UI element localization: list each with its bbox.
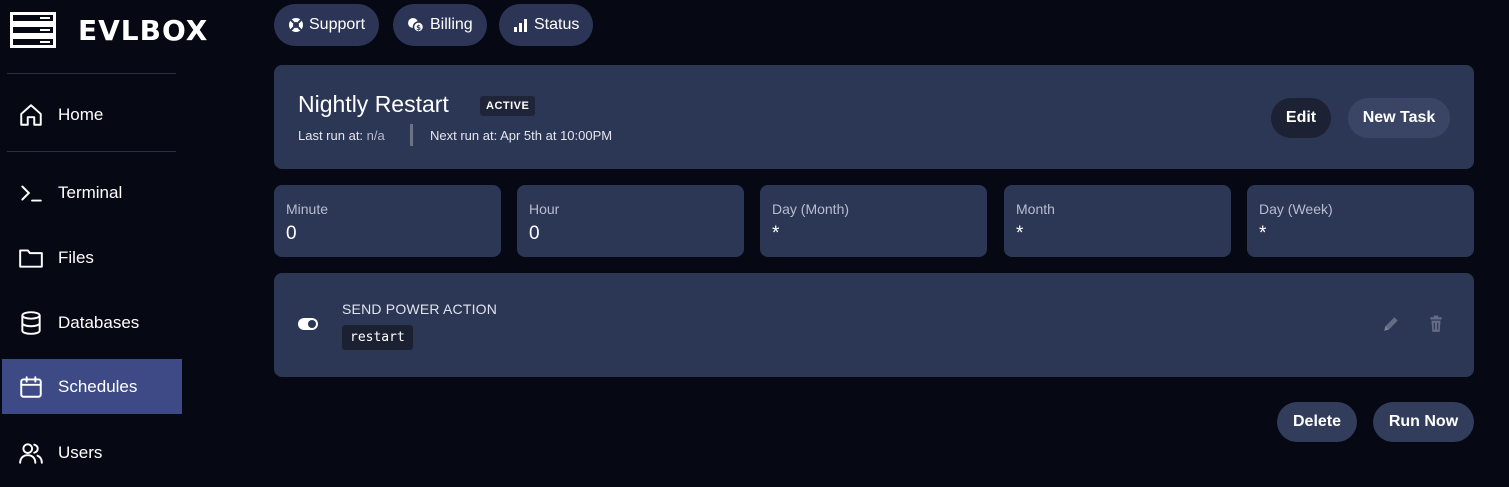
status-link[interactable]: Status [499,4,594,46]
cron-label: Month [1016,201,1055,217]
status-badge: ACTIVE [480,96,536,116]
sidebar-item-label: Databases [58,312,140,332]
last-run: Last run at: n/a [298,128,385,143]
delete-button[interactable]: Delete [1277,402,1357,442]
sidebar: EVLBOX Home Terminal Files Databases Sch… [0,0,207,487]
support-link[interactable]: Support [274,4,380,46]
folder-icon [18,245,44,271]
terminal-icon [18,180,44,206]
run-now-button[interactable]: Run Now [1373,402,1474,442]
meta-separator [410,124,413,146]
sidebar-item-label: Users [58,442,103,462]
cron-label: Hour [529,201,560,217]
bar-chart-icon [514,19,527,32]
cron-day-month: Day (Month) * [760,185,987,257]
trash-icon[interactable] [1427,315,1445,333]
sidebar-divider [7,73,176,74]
schedule-header-card: Nightly Restart ACTIVE Last run at: n/a … [274,65,1474,169]
sidebar-item-users[interactable]: Users [2,425,182,480]
new-task-button[interactable]: New Task [1348,98,1450,138]
cron-value: * [1259,223,1267,244]
cron-value: 0 [286,223,297,244]
sidebar-item-files[interactable]: Files [2,230,182,285]
home-icon [18,102,44,128]
cron-hour: Hour 0 [517,185,744,257]
task-card: SEND POWER ACTION restart [274,273,1474,377]
coins-icon: $ [408,18,425,33]
svg-text:$: $ [416,24,421,32]
cron-value: * [1016,223,1024,244]
cron-label: Minute [286,201,329,217]
cron-value: * [772,223,780,244]
billing-link[interactable]: $ Billing [393,4,487,46]
sidebar-item-label: Terminal [58,182,123,202]
sidebar-item-label: Files [58,247,94,267]
last-run-value: n/a [366,128,385,143]
calendar-icon [18,374,44,400]
last-run-label: Last run at: [298,128,364,143]
server-logo-icon [10,12,56,48]
edit-pencil-icon[interactable] [1382,315,1400,333]
sidebar-divider [7,151,176,152]
database-icon [18,310,44,336]
status-label: Status [534,16,580,33]
logo[interactable]: EVLBOX [10,12,208,48]
sidebar-item-databases[interactable]: Databases [2,295,182,350]
cron-label: Day (Month) [772,201,850,217]
billing-label: Billing [430,16,473,33]
sidebar-item-label: Schedules [58,376,138,396]
sidebar-item-terminal[interactable]: Terminal [2,165,182,220]
sidebar-item-home[interactable]: Home [2,87,182,142]
cron-value: 0 [529,223,540,244]
task-title: SEND POWER ACTION [342,301,498,317]
cron-day-week: Day (Week) * [1247,185,1474,257]
lifebuoy-icon [289,18,303,32]
sidebar-item-label: Home [58,104,104,124]
task-toggle-icon[interactable] [298,318,318,330]
cron-label: Day (Week) [1259,201,1333,217]
schedule-name: Nightly Restart [298,91,449,117]
brand-name: EVLBOX [78,13,209,47]
next-run: Next run at: Apr 5th at 10:00PM [430,128,613,143]
support-label: Support [309,16,366,33]
cron-minute: Minute 0 [274,185,501,257]
edit-button[interactable]: Edit [1271,98,1331,138]
users-icon [18,440,44,466]
task-payload: restart [342,325,413,350]
cron-month: Month * [1004,185,1231,257]
sidebar-item-schedules[interactable]: Schedules [2,359,182,414]
